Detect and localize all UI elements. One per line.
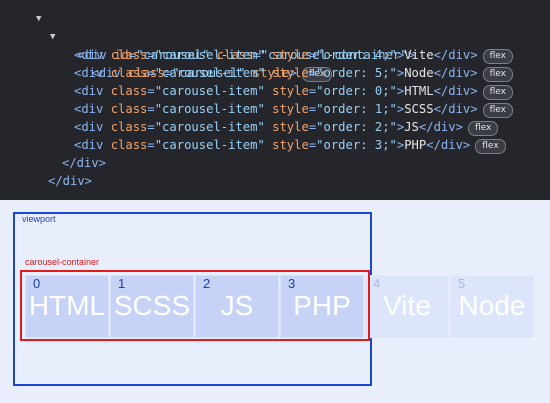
dom-item-close-tag: </div> bbox=[433, 66, 478, 80]
dom-node-carousel-item[interactable]: <div class="carousel-item" style="order:… bbox=[74, 136, 506, 154]
flex-badge[interactable]: flex bbox=[482, 49, 513, 64]
flex-badge[interactable]: flex bbox=[482, 103, 513, 118]
flex-badge[interactable]: flex bbox=[475, 139, 506, 154]
dom-item-close-tag: </div> bbox=[433, 48, 478, 62]
carousel-card: 4 Vite bbox=[365, 275, 449, 338]
card-name: Node bbox=[458, 290, 526, 321]
dom-node-carousel-item[interactable]: <div class="carousel-item" style="order:… bbox=[74, 100, 513, 118]
dom-item-close-tag: </div> bbox=[433, 102, 478, 116]
card-index: 5 bbox=[458, 276, 466, 291]
dom-close-inner[interactable]: </div> bbox=[62, 154, 106, 172]
dom-item-text: Vite bbox=[404, 48, 434, 62]
flex-badge[interactable]: flex bbox=[467, 121, 499, 136]
dom-node-carousel[interactable]: ▼ <div id="carousel" class="carousel-con… bbox=[36, 10, 415, 62]
dom-node-carousel-item[interactable]: <div class="carousel-item" style="order:… bbox=[74, 118, 499, 136]
card-index: 4 bbox=[373, 276, 381, 291]
dom-item-close-tag: </div> bbox=[418, 120, 463, 134]
dom-close-outer[interactable]: </div> bbox=[48, 172, 92, 190]
viewport-label: viewport bbox=[22, 214, 56, 224]
collapse-triangle-icon[interactable]: ▼ bbox=[50, 28, 55, 46]
dom-item-open-tag: <div class="carousel-item" style="order:… bbox=[74, 66, 405, 80]
dom-item-close-tag: </div> bbox=[433, 84, 478, 98]
dom-node-carousel-item[interactable]: <div class="carousel-item" style="order:… bbox=[74, 64, 513, 82]
carousel-card: 5 Node bbox=[450, 275, 534, 338]
dom-item-open-tag: <div class="carousel-item" style="order:… bbox=[74, 84, 405, 98]
dom-item-open-tag: <div class="carousel-item" style="order:… bbox=[74, 102, 405, 116]
dom-item-open-tag: <div class="carousel-item" style="order:… bbox=[74, 120, 405, 134]
render-preview: viewport carousel-container 0 HTML 1 SCSS 2 J… bbox=[0, 200, 550, 403]
dom-node-carousel-inner[interactable]: ▼ <div class="carousel" style> flex bbox=[50, 28, 333, 82]
dom-node-carousel-item[interactable]: <div class="carousel-item" style="order:… bbox=[74, 46, 513, 64]
card-name: Vite bbox=[383, 290, 431, 321]
dom-node-carousel-item[interactable]: <div class="carousel-item" style="order:… bbox=[74, 82, 513, 100]
devtools-elements-panel: ▼ <div id="carousel" class="carousel-con… bbox=[0, 0, 550, 200]
flex-badge[interactable]: flex bbox=[482, 67, 513, 82]
carousel-container-outline bbox=[20, 270, 370, 341]
container-label: carousel-container bbox=[25, 257, 100, 267]
collapse-triangle-icon[interactable]: ▼ bbox=[36, 10, 41, 28]
dom-item-text: HTML bbox=[404, 84, 434, 98]
dom-item-text: JS bbox=[404, 120, 419, 134]
dom-item-text: PHP bbox=[404, 138, 427, 152]
dom-item-open-tag: <div class="carousel-item" style="order:… bbox=[74, 48, 405, 62]
dom-item-text: SCSS bbox=[404, 102, 434, 116]
dom-item-close-tag: </div> bbox=[426, 138, 471, 152]
flex-badge[interactable]: flex bbox=[482, 85, 513, 100]
dom-item-open-tag: <div class="carousel-item" style="order:… bbox=[74, 138, 405, 152]
dom-item-text: Node bbox=[404, 66, 434, 80]
